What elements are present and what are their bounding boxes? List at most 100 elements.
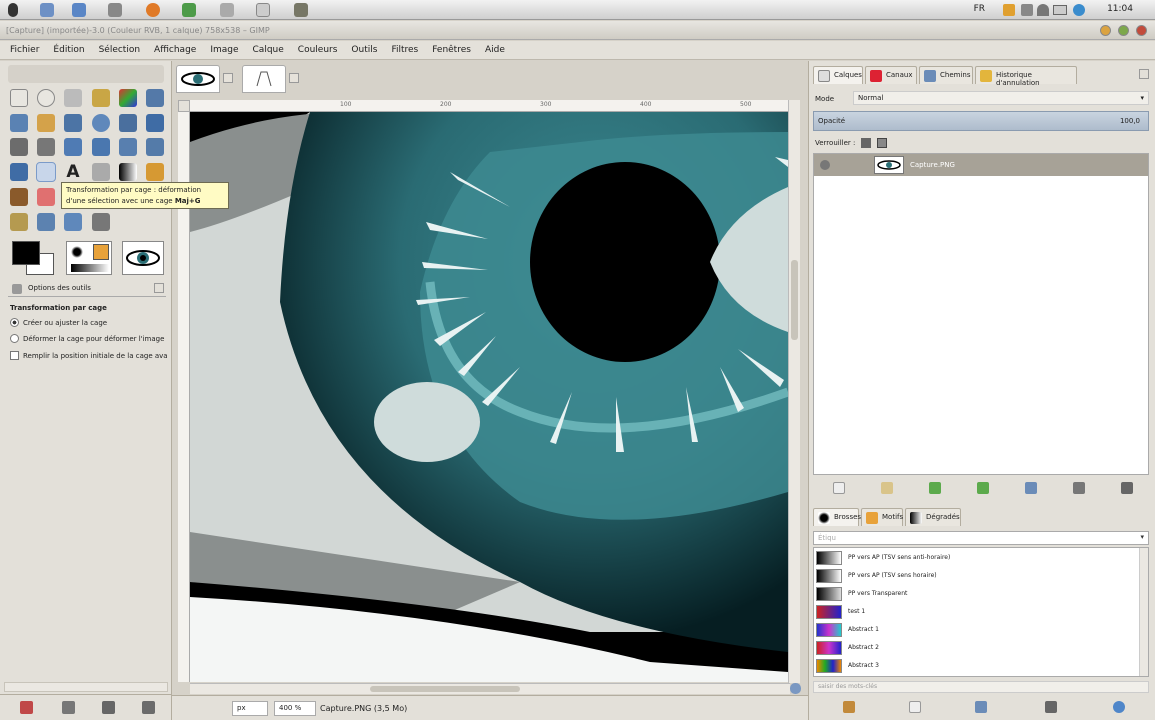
zoom-icon[interactable] — [92, 114, 110, 132]
keyword-search-input[interactable]: saisir des mots-clés — [813, 681, 1149, 693]
menu-couleurs[interactable]: Couleurs — [296, 44, 340, 59]
vertical-scrollbar[interactable] — [788, 100, 800, 683]
menu-aide[interactable]: Aide — [483, 44, 507, 59]
reset-options-icon[interactable] — [142, 701, 155, 714]
move-icon[interactable] — [146, 114, 164, 132]
lock-pixels-icon[interactable] — [861, 138, 871, 148]
tool-options-tab[interactable]: Options des outils — [8, 281, 166, 297]
fuzzy-select-icon[interactable] — [92, 89, 110, 107]
layers-list[interactable]: Capture.PNG — [813, 153, 1149, 475]
image-tab-active[interactable] — [176, 65, 220, 93]
horizontal-scroll-thumb[interactable] — [370, 686, 520, 692]
delete-layer-icon[interactable] — [1121, 482, 1133, 494]
image-tab-2-close-icon[interactable] — [289, 73, 299, 83]
folder-icon[interactable] — [72, 3, 86, 17]
pencil-icon[interactable] — [146, 163, 164, 181]
gradient-item[interactable]: PP vers AP (TSV sens anti-horaire) — [816, 550, 1136, 566]
wifi-icon[interactable] — [1037, 4, 1049, 16]
navigate-icon[interactable] — [790, 683, 801, 694]
tools-icon[interactable] — [108, 3, 122, 17]
layer-row[interactable]: Capture.PNG — [814, 154, 1148, 176]
delete-gradient-icon[interactable] — [1045, 701, 1057, 713]
refresh-gradients-icon[interactable] — [1113, 701, 1125, 713]
user-icon[interactable] — [1003, 4, 1015, 16]
perspective-icon[interactable] — [146, 138, 164, 156]
duplicate-gradient-icon[interactable] — [975, 701, 987, 713]
tab-channels[interactable]: Canaux — [865, 66, 917, 84]
close-button[interactable] — [1136, 25, 1147, 36]
zoom-select[interactable]: 400 % — [274, 701, 316, 716]
horizontal-ruler[interactable]: 100 200 300 400 500 — [190, 100, 800, 112]
mode-select[interactable]: Normal ▾ — [853, 91, 1149, 105]
scissors-icon[interactable] — [146, 89, 164, 107]
raise-layer-icon[interactable] — [929, 482, 941, 494]
network-icon[interactable] — [182, 3, 196, 17]
image-canvas[interactable] — [190, 112, 788, 682]
lock-alpha-icon[interactable] — [877, 138, 887, 148]
radio-create-cage[interactable] — [10, 318, 19, 327]
brush-pattern-preview[interactable] — [66, 241, 112, 275]
clone-icon[interactable] — [10, 213, 28, 231]
paths-icon[interactable] — [37, 114, 55, 132]
opacity-slider[interactable]: Opacité 100,0 — [813, 111, 1149, 131]
finder-icon[interactable] — [40, 3, 54, 17]
option-create-cage[interactable]: Créer ou ajuster la cage — [10, 318, 107, 327]
gradient-item[interactable]: Abstract 2 — [816, 640, 1136, 656]
smudge-icon[interactable] — [92, 213, 110, 231]
gradients-list[interactable]: PP vers AP (TSV sens anti-horaire) PP ve… — [813, 547, 1149, 677]
color-picker-icon[interactable] — [64, 114, 82, 132]
trash-icon[interactable] — [256, 3, 270, 17]
gradient-item[interactable]: PP vers AP (TSV sens horaire) — [816, 568, 1136, 584]
image-tab-2[interactable] — [242, 65, 286, 93]
dock-menu-icon[interactable] — [1139, 69, 1149, 79]
color-select-icon[interactable] — [119, 89, 137, 107]
eraser-icon[interactable] — [37, 188, 55, 206]
unit-select[interactable]: px — [232, 701, 268, 716]
menu-image[interactable]: Image — [208, 44, 240, 59]
notification-icon[interactable] — [1021, 4, 1033, 16]
shear-icon[interactable] — [119, 138, 137, 156]
tag-filter-input[interactable]: Étiqu ▾ — [813, 531, 1149, 545]
new-layer-icon[interactable] — [833, 482, 845, 494]
align-icon[interactable] — [10, 138, 28, 156]
menu-edition[interactable]: Édition — [51, 44, 86, 59]
measure-icon[interactable] — [119, 114, 137, 132]
flip-icon[interactable] — [10, 163, 28, 181]
blur-icon[interactable] — [64, 213, 82, 231]
foreground-color[interactable] — [12, 241, 40, 265]
tab-menu-icon[interactable] — [154, 283, 164, 293]
vertical-scroll-thumb[interactable] — [791, 260, 798, 340]
rect-select-icon[interactable] — [10, 89, 28, 107]
menu-fenetres[interactable]: Fenêtres — [430, 44, 473, 59]
blend-icon[interactable] — [119, 163, 137, 181]
tab-paths[interactable]: Chemins — [919, 66, 973, 84]
new-group-icon[interactable] — [881, 482, 893, 494]
option-deform-cage[interactable]: Déformer la cage pour déformer l'image — [10, 334, 164, 343]
tab-undo-history[interactable]: Historique d'annulation — [975, 66, 1077, 87]
gradients-scrollbar[interactable] — [1139, 548, 1148, 676]
app-icon[interactable] — [220, 3, 234, 17]
edit-gradient-icon[interactable] — [843, 701, 855, 713]
battery-icon[interactable] — [1053, 5, 1067, 15]
crop-icon[interactable] — [37, 138, 55, 156]
text-icon[interactable]: A — [64, 163, 82, 181]
active-image-preview[interactable] — [122, 241, 164, 275]
lower-layer-icon[interactable] — [977, 482, 989, 494]
delete-options-icon[interactable] — [102, 701, 115, 714]
apple-icon[interactable] — [8, 3, 18, 17]
gimp-icon[interactable] — [294, 3, 308, 17]
restore-options-icon[interactable] — [62, 701, 75, 714]
free-select-icon[interactable] — [64, 89, 82, 107]
tab-gradients[interactable]: Dégradés — [905, 508, 961, 526]
option-fill-original[interactable]: Remplir la position initiale de la cage … — [10, 351, 168, 360]
checkbox-fill-original[interactable] — [10, 351, 19, 360]
horizontal-scrollbar[interactable] — [190, 683, 790, 694]
gradient-item[interactable]: test 1 — [816, 604, 1136, 620]
new-gradient-icon[interactable] — [909, 701, 921, 713]
tab-layers[interactable]: Calques — [813, 66, 863, 84]
eye-icon[interactable] — [820, 160, 830, 170]
bucket-fill-icon[interactable] — [92, 163, 110, 181]
save-options-icon[interactable] — [20, 701, 33, 714]
gradient-item[interactable]: Abstract 1 — [816, 622, 1136, 638]
paintbrush-icon[interactable] — [10, 188, 28, 206]
